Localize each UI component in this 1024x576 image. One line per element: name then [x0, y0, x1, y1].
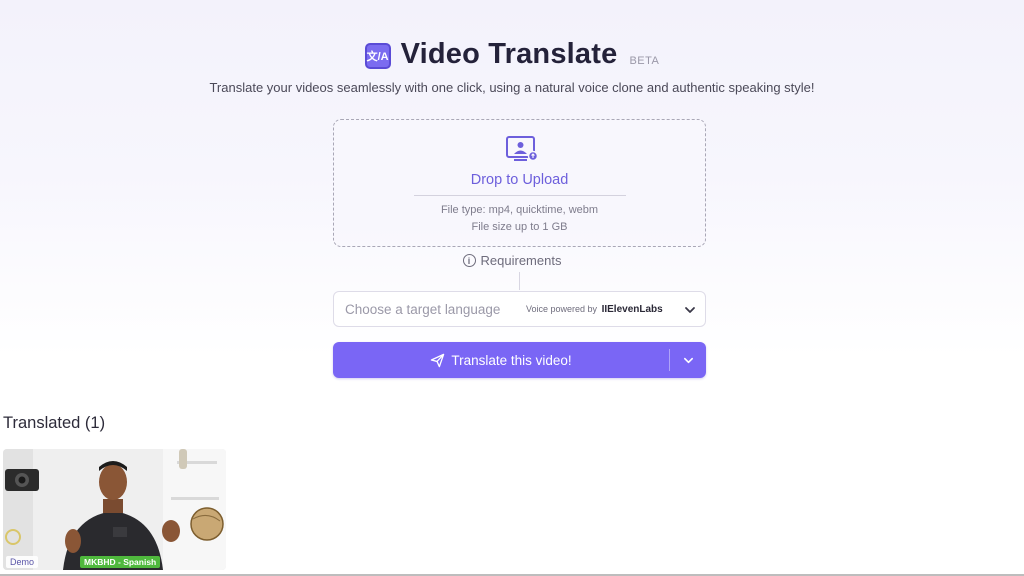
powered-prefix: Voice powered by [526, 304, 598, 314]
translate-button-label: Translate this video! [451, 352, 572, 368]
language-badge: MKBHD - Spanish [80, 556, 161, 568]
info-icon: i [462, 254, 476, 267]
requirements-link[interactable]: i Requirements [0, 253, 1024, 268]
voice-powered-by: Voice powered by IIElevenLabs [526, 304, 663, 315]
beta-badge: BETA [629, 54, 660, 67]
page-title: Video Translate [400, 38, 618, 70]
video-frame-image [3, 449, 226, 570]
translated-video-thumbnail[interactable]: Demo MKBHD - Spanish [3, 449, 226, 570]
send-icon [431, 353, 445, 367]
file-size-info: File size up to 1 GB [471, 221, 568, 233]
demo-badge: Demo [6, 556, 39, 568]
language-placeholder: Choose a target language [345, 302, 501, 317]
translated-heading: Translated (1) [3, 414, 106, 432]
video-upload-icon [506, 136, 538, 162]
upload-dropzone[interactable]: Drop to Upload File type: mp4, quicktime… [333, 119, 706, 247]
translate-options-button[interactable] [670, 342, 706, 378]
translate-button-group: Translate this video! [333, 342, 706, 378]
chevron-down-icon[interactable] [684, 304, 696, 316]
chevron-down-icon [683, 357, 693, 363]
connector-line [519, 272, 520, 290]
header: 文/A Video Translate BETA [0, 38, 1024, 71]
translate-video-button[interactable]: Translate this video! [333, 342, 669, 378]
file-type-info: File type: mp4, quicktime, webm [440, 204, 599, 216]
elevenlabs-brand: IIElevenLabs [601, 304, 663, 315]
translate-logo-icon: 文/A [364, 42, 391, 69]
dropzone-divider [414, 195, 626, 196]
page-subtitle: Translate your videos seamlessly with on… [209, 80, 815, 95]
target-language-select[interactable]: Choose a target language Voice powered b… [333, 291, 706, 327]
requirements-label: Requirements [480, 253, 562, 268]
drop-to-upload-label: Drop to Upload [470, 172, 569, 188]
